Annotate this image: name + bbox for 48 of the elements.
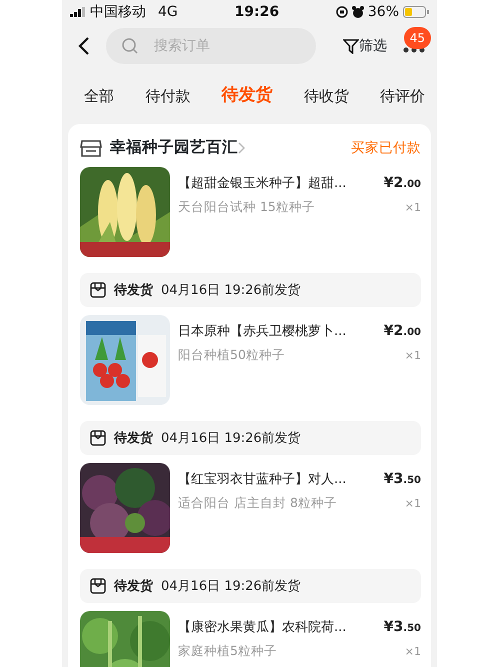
order-tab[interactable]: 待付款 (145, 84, 190, 108)
filter-icon (343, 38, 359, 54)
alarm-icon (352, 6, 364, 18)
shipping-state: 待发货 (114, 578, 153, 596)
store-icon (80, 138, 102, 158)
carrier-name: 中国移动 (90, 2, 146, 22)
product-price: ¥2.00 (384, 322, 421, 342)
package-icon (90, 578, 106, 594)
order-tab[interactable]: 待评价 (380, 84, 425, 108)
back-icon (78, 36, 90, 56)
package-icon (90, 282, 106, 298)
signal-icon (70, 7, 86, 17)
package-icon (90, 430, 106, 446)
product-price: ¥3.50 (384, 618, 421, 638)
back-button[interactable] (78, 36, 90, 56)
order-tab[interactable]: 待收货 (304, 84, 349, 108)
shipping-state: 待发货 (114, 282, 153, 300)
shipping-deadline: 04月16日 19:26前发货 (161, 282, 301, 300)
product-price: ¥2.00 (384, 174, 421, 194)
order-tab[interactable]: 全部 (84, 84, 114, 108)
product-title[interactable]: 【康密水果黄瓜】农科院荷... (178, 618, 346, 638)
shipping-deadline: 04月16日 19:26前发货 (161, 430, 301, 448)
quantity: ×1 (404, 496, 421, 512)
product-price: ¥3.50 (384, 470, 421, 490)
search-field[interactable]: 搜索订单 (106, 28, 316, 64)
status-time: 19:26 (234, 2, 280, 22)
notification-badge: 45 (404, 27, 431, 49)
product-spec: 阳台种植50粒种子 (178, 346, 285, 364)
quantity: ×1 (404, 200, 421, 216)
order-status: 买家已付款 (351, 138, 421, 158)
battery-percent: 36% (368, 2, 399, 22)
product-title[interactable]: 【红宝羽衣甘蓝种子】对人... (178, 470, 346, 490)
product-spec: 家庭种植5粒种子 (178, 642, 277, 660)
shipping-deadline: 04月16日 19:26前发货 (161, 578, 301, 596)
rotation-lock-icon (336, 6, 348, 18)
product-spec: 天台阳台试种 15粒种子 (178, 198, 315, 216)
filter-button[interactable]: 筛选 (343, 36, 387, 56)
product-spec: 适合阳台 店主自封 8粒种子 (178, 494, 337, 512)
search-icon (122, 38, 138, 54)
shipping-state: 待发货 (114, 430, 153, 448)
product-title[interactable]: 【超甜金银玉米种子】超甜... (178, 174, 346, 194)
product-title[interactable]: 日本原种【赤兵卫樱桃萝卜... (178, 322, 346, 342)
quantity: ×1 (404, 348, 421, 364)
network-type: 4G (158, 2, 178, 22)
chevron-right-icon (238, 142, 246, 154)
quantity: ×1 (404, 644, 421, 660)
store-name[interactable]: 幸福种子园艺百汇 (110, 136, 238, 160)
battery-icon (403, 6, 429, 18)
